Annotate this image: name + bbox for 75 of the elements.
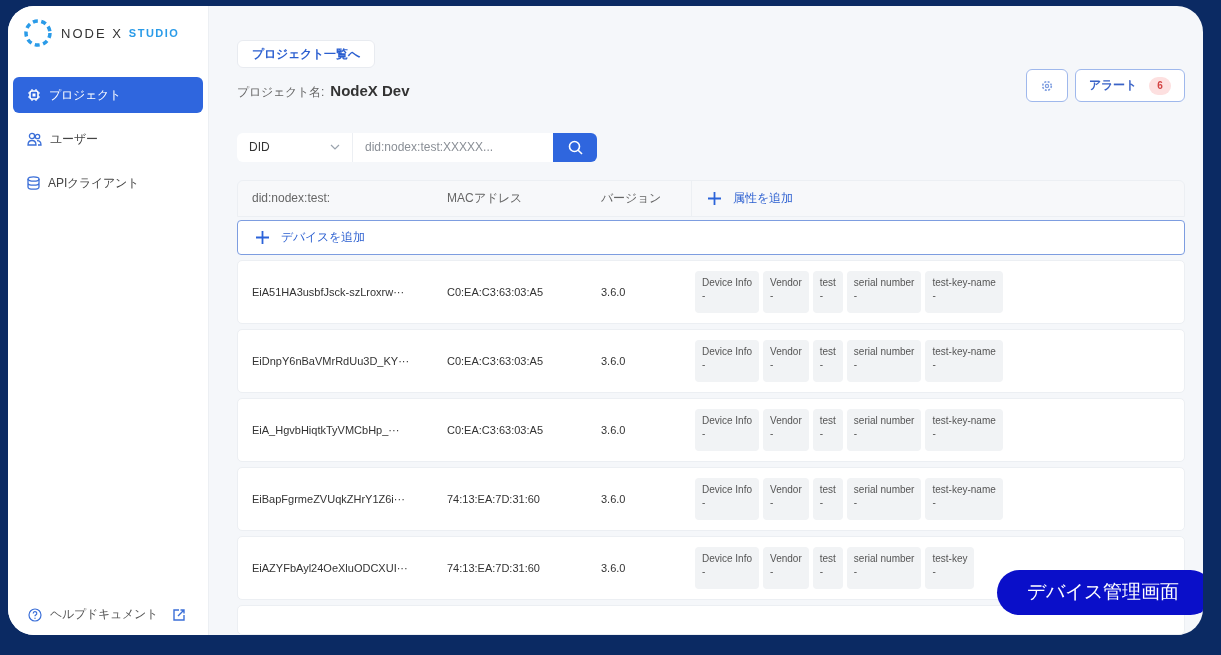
chip-icon — [27, 88, 41, 102]
attribute-chip: test - — [812, 547, 843, 589]
nav-item[interactable]: APIクライアント — [13, 165, 203, 201]
add-attribute-link[interactable]: 属性を追加 — [691, 180, 1184, 217]
mac-address: 74:13:EA:7D:31:60 — [447, 493, 541, 505]
attribute-chip: test-key-name - — [925, 340, 1003, 382]
mac-address: C0:EA:C3:63:03:A5 — [447, 286, 544, 298]
alert-button[interactable]: アラート 6 — [1075, 69, 1185, 103]
device-did: EiBapFgrmeZVUqkZHrY1Z6i··· — [252, 493, 406, 505]
version: 3.6.0 — [601, 355, 627, 367]
attribute-chip: test - — [812, 478, 843, 520]
attribute-chip: serial number - — [846, 409, 922, 451]
users-icon — [27, 132, 42, 146]
attribute-chip: serial number - — [846, 547, 922, 589]
attribute-chip: Vendor - — [763, 547, 809, 589]
mac-address: C0:EA:C3:63:03:A5 — [447, 355, 544, 367]
logo-icon — [23, 18, 53, 48]
nav-item[interactable]: プロジェクト — [13, 77, 203, 113]
help-docs-link[interactable]: ヘルプドキュメント — [50, 606, 158, 623]
attribute-chip: serial number - — [846, 271, 922, 313]
attribute-chip: test - — [812, 271, 843, 313]
attribute-chip: Device Info - — [695, 547, 760, 589]
device-did: EiA51HA3usbfJsck-szLroxrw··· — [252, 286, 406, 298]
attribute-chip: Device Info - — [695, 478, 760, 520]
nav-item[interactable]: ユーザー — [13, 121, 203, 157]
attribute-chip: test-key - — [925, 547, 975, 589]
logo-text: NODE X — [61, 25, 123, 41]
database-icon — [27, 176, 40, 190]
attribute-chip: test - — [812, 340, 843, 382]
device-row[interactable]: EiBapFgrmeZVUqkZHrY1Z6i··· 74:13:EA:7D:31:60 3.6.0 Device Info - Vendor - test - serial number - test-key-name - — [237, 467, 1185, 531]
alert-count: 6 — [1149, 76, 1171, 95]
logo-subtitle: STUDIO — [128, 27, 180, 39]
search-button[interactable] — [553, 133, 597, 162]
version: 3.6.0 — [601, 424, 627, 436]
attribute-chip: test-key-name - — [925, 478, 1003, 520]
mac-address: C0:EA:C3:63:03:A5 — [447, 424, 544, 436]
project-name: NodeX Dev — [330, 82, 410, 100]
device-row[interactable]: EiA_HgvbHiqtkTyVMCbHp_··· C0:EA:C3:63:03:A5 3.6.0 Device Info - Vendor - test - serial number - test-key-name - — [237, 398, 1185, 462]
column-header: MACアドレス — [447, 189, 523, 207]
attribute-chip: Device Info - — [695, 340, 760, 382]
search-icon — [567, 139, 583, 155]
mac-address: 74:13:EA:7D:31:60 — [447, 562, 541, 574]
attribute-chip: Device Info - — [695, 271, 760, 313]
add-device-button[interactable]: デバイスを追加 — [237, 220, 1185, 255]
attribute-chip: Vendor - — [763, 478, 809, 520]
attribute-chip: serial number - — [846, 478, 922, 520]
back-to-projects-button[interactable]: プロジェクト一覧へ — [237, 40, 375, 69]
external-link-icon[interactable] — [172, 607, 186, 622]
chevron-down-icon — [330, 144, 340, 151]
device-did: EiDnpY6nBaVMrRdUu3D_KY··· — [252, 355, 411, 367]
device-row[interactable]: EiDnpY6nBaVMrRdUu3D_KY··· C0:EA:C3:63:03:A5 3.6.0 Device Info - Vendor - test - serial number - test-key-name - — [237, 329, 1185, 393]
project-name-label: プロジェクト名: — [237, 84, 325, 102]
version: 3.6.0 — [601, 286, 627, 298]
column-header: did:nodex:test: — [252, 191, 332, 206]
caption-banner: デバイス管理画面 — [997, 570, 1203, 615]
plus-icon — [256, 231, 269, 245]
help-icon — [28, 607, 42, 622]
attribute-chip: Vendor - — [763, 340, 809, 382]
search-type-select[interactable]: DID — [237, 133, 353, 162]
attribute-chip: test-key-name - — [925, 409, 1003, 451]
attribute-chip: Vendor - — [763, 409, 809, 451]
version: 3.6.0 — [601, 493, 627, 505]
settings-icon — [1041, 79, 1053, 92]
device-did: EiAZYFbAyl24OeXluODCXUI··· — [252, 562, 409, 574]
attribute-chip: Device Info - — [695, 409, 760, 451]
version: 3.6.0 — [601, 562, 627, 574]
device-did: EiA_HgvbHiqtkTyVMCbHp_··· — [252, 424, 401, 436]
attribute-chip: test - — [812, 409, 843, 451]
attribute-chip: serial number - — [846, 340, 922, 382]
search-field[interactable]: did:nodex:test:XXXXX... — [353, 133, 553, 162]
attribute-chip: test-key-name - — [925, 271, 1003, 313]
device-row[interactable]: EiA51HA3usbfJsck-szLroxrw··· C0:EA:C3:63:03:A5 3.6.0 Device Info - Vendor - test - serial number - test-key-name - — [237, 260, 1185, 324]
plus-icon — [708, 191, 721, 205]
column-header: バージョン — [601, 189, 662, 207]
attribute-chip: Vendor - — [763, 271, 809, 313]
